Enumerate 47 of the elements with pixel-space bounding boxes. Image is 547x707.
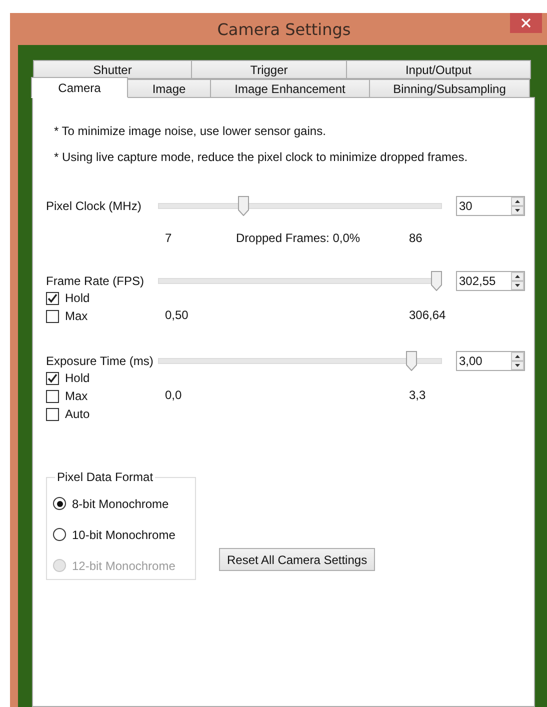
radio-circle[interactable] [53,528,66,541]
max-value: 306,64 [409,308,446,322]
checkmark-icon [47,372,58,384]
checkbox[interactable]: Hold [46,289,158,307]
checkbox[interactable]: Hold [46,369,158,387]
max-value: 86 [409,231,422,245]
slider[interactable] [158,196,442,216]
slider-thumb[interactable] [431,271,442,291]
number-field[interactable]: 30 [456,196,525,216]
spin-arrows-icon[interactable] [511,197,524,215]
max-value: 3,3 [409,388,426,402]
hint-text: * To minimize image noise, use lower sensor gains. [53,123,327,140]
checkbox[interactable]: Auto [46,405,158,423]
tab[interactable]: Image [127,79,211,98]
min-value: 7 [164,231,173,245]
tab[interactable]: Binning/Subsampling [369,79,530,98]
slider-label: Exposure Time (ms) [46,354,154,368]
tab[interactable]: Image Enhancement [210,79,370,98]
radio-button[interactable]: 10-bit Monochrome [53,519,195,550]
number-field[interactable]: 302,55 [456,271,525,291]
radio-circle[interactable] [53,497,66,510]
status-text: Dropped Frames: 0,0% [236,231,362,245]
min-value: 0,0 [164,388,183,402]
reset-button[interactable]: Reset All Camera Settings [219,548,376,571]
slider-label: Pixel Clock (MHz) [46,199,142,213]
slider-thumb[interactable] [238,196,250,216]
tab[interactable]: Trigger [191,60,347,79]
checkmark-icon [47,292,58,304]
checkbox[interactable]: Max [46,387,158,405]
number-field[interactable]: 3,00 [456,351,525,371]
window-title: Camera Settings [217,20,351,38]
hint-text: * Using live capture mode, reduce the pixel clock to minimize dropped frames. [53,149,469,166]
spin-arrows-icon[interactable] [511,352,524,370]
slider-label: Frame Rate (FPS) [46,274,146,288]
close-icon [521,18,531,28]
checkbox[interactable]: Max [46,307,158,325]
slider[interactable] [158,271,442,291]
close-button[interactable] [510,13,542,33]
slider-thumb[interactable] [406,351,417,371]
min-value: 0,50 [164,308,190,322]
tab[interactable]: Input/Output [346,60,531,79]
radio-button[interactable]: 8-bit Monochrome [53,488,195,519]
tab[interactable]: Camera [31,77,128,98]
slider[interactable] [158,351,442,371]
group-title: Pixel Data Format [56,470,154,484]
spin-arrows-icon[interactable] [511,272,524,290]
tab[interactable]: Shutter [33,60,192,79]
